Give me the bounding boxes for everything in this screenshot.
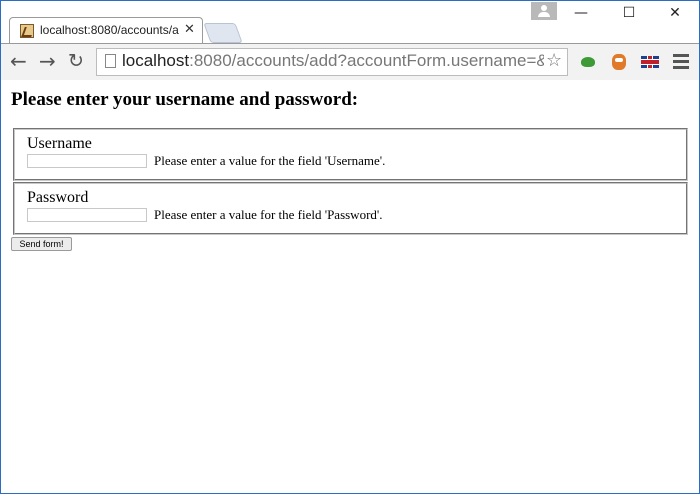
page-heading: Please enter your username and password: bbox=[11, 89, 359, 110]
url-host: localhost bbox=[122, 51, 190, 70]
forward-arrow-icon[interactable]: → bbox=[39, 50, 56, 72]
password-fieldset: Password Please enter a value for the fi… bbox=[13, 182, 688, 235]
menu-icon[interactable] bbox=[673, 54, 689, 72]
profile-icon[interactable] bbox=[531, 2, 557, 20]
new-tab-button[interactable] bbox=[203, 23, 243, 43]
uk-flag-icon[interactable] bbox=[641, 56, 659, 68]
browser-window: localhost:8080/accounts/a ✕ — ☐ ✕ ← → ↻ … bbox=[0, 0, 700, 494]
tab-title: localhost:8080/accounts/a bbox=[40, 23, 179, 37]
page-icon bbox=[105, 54, 116, 68]
browser-toolbar: ← → ↻ localhost:8080/accounts/add?accoun… bbox=[1, 43, 699, 81]
username-label: Username bbox=[27, 135, 92, 152]
maximize-button[interactable]: ☐ bbox=[609, 5, 649, 21]
url-path: :8080/accounts/add?accountForm.username=… bbox=[189, 51, 544, 70]
frog-extension-icon[interactable] bbox=[579, 53, 597, 71]
favicon-icon bbox=[20, 24, 34, 38]
owl-extension-icon[interactable] bbox=[610, 53, 628, 71]
password-label: Password bbox=[27, 189, 89, 206]
url-text[interactable]: localhost:8080/accounts/add?accountForm.… bbox=[122, 51, 544, 71]
username-input[interactable] bbox=[27, 154, 147, 168]
close-window-button[interactable]: ✕ bbox=[655, 5, 695, 21]
address-bar[interactable]: localhost:8080/accounts/add?accountForm.… bbox=[96, 48, 568, 76]
title-bar: localhost:8080/accounts/a ✕ — ☐ ✕ bbox=[1, 1, 699, 44]
reload-icon[interactable]: ↻ bbox=[68, 50, 84, 72]
password-validation-message: Please enter a value for the field 'Pass… bbox=[154, 207, 383, 222]
minimize-button[interactable]: — bbox=[561, 5, 601, 21]
page-content: Please enter your username and password:… bbox=[1, 80, 699, 493]
back-arrow-icon[interactable]: ← bbox=[10, 50, 27, 72]
send-form-button[interactable]: Send form! bbox=[11, 237, 72, 251]
password-input[interactable] bbox=[27, 208, 147, 222]
active-tab[interactable]: localhost:8080/accounts/a ✕ bbox=[9, 17, 203, 44]
bookmark-star-icon[interactable]: ☆ bbox=[546, 50, 562, 71]
tab-close-icon[interactable]: ✕ bbox=[184, 22, 195, 37]
username-validation-message: Please enter a value for the field 'User… bbox=[154, 153, 386, 168]
username-fieldset: Username Please enter a value for the fi… bbox=[13, 128, 688, 181]
